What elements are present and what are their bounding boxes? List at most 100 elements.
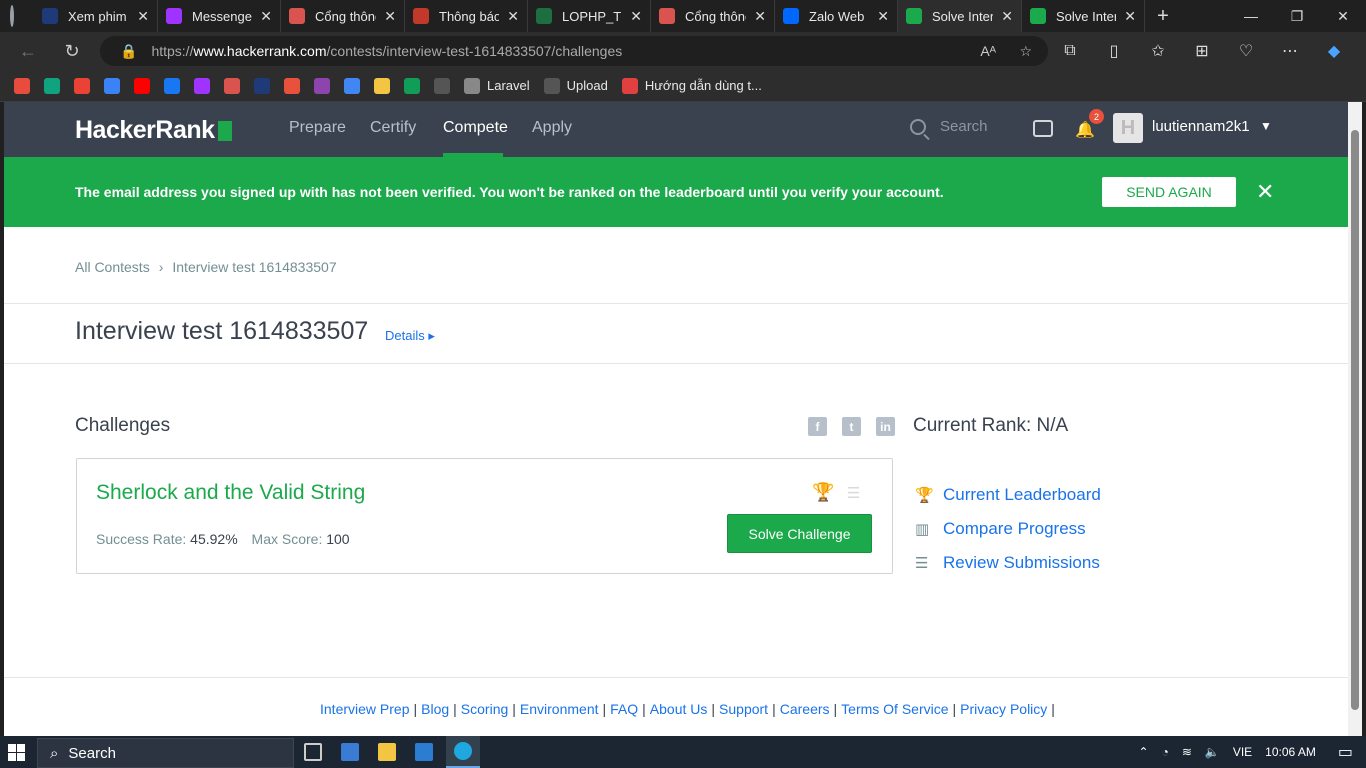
footer-link[interactable]: Privacy Policy (960, 701, 1047, 717)
windows-start-icon[interactable] (8, 744, 25, 761)
browser-tab[interactable]: Thông báo ✕ (405, 0, 528, 32)
footer-link[interactable]: Support (719, 701, 768, 717)
close-tab-icon[interactable]: ✕ (1001, 8, 1013, 25)
bookmark-item[interactable] (134, 77, 150, 94)
bookmark-item[interactable] (314, 77, 330, 94)
chevron-up-icon[interactable]: ⌃ (1139, 745, 1149, 759)
browser-tab[interactable]: Solve Inter ✕ (1022, 0, 1145, 32)
bookmark-item[interactable] (44, 77, 60, 94)
new-tab-button[interactable]: + (1145, 5, 1181, 28)
close-icon[interactable]: ✕ (1256, 179, 1274, 205)
clock[interactable]: 10:06 AM (1265, 745, 1316, 759)
close-tab-icon[interactable]: ✕ (1124, 8, 1136, 25)
browser-tab[interactable]: Cổng thông ✕ (651, 0, 775, 32)
scrollbar-thumb[interactable] (1351, 130, 1359, 710)
performance-icon[interactable]: ♡ (1224, 41, 1268, 61)
bookmark-item[interactable] (284, 77, 300, 94)
twitter-icon[interactable]: t (842, 417, 861, 436)
language-indicator[interactable]: VIE (1233, 745, 1252, 759)
bookmark-item[interactable] (14, 77, 30, 94)
nav-prepare[interactable]: Prepare (289, 119, 346, 137)
minimize-button[interactable]: — (1228, 0, 1274, 32)
bookmark-item[interactable] (224, 77, 240, 94)
browser-tab[interactable]: Cổng thông ✕ (281, 0, 405, 32)
more-menu-icon[interactable]: ⋯ (1268, 41, 1312, 61)
nav-compete[interactable]: Compete (443, 119, 508, 137)
footer-link[interactable]: About Us (650, 701, 708, 717)
breadcrumb-all-contests[interactable]: All Contests (75, 259, 150, 275)
close-tab-icon[interactable]: ✕ (507, 8, 519, 25)
profile-avatar[interactable] (0, 0, 14, 32)
scrollbar[interactable] (1348, 102, 1362, 736)
mail-icon[interactable] (415, 743, 433, 761)
close-tab-icon[interactable]: ✕ (260, 8, 272, 25)
close-tab-icon[interactable]: ✕ (137, 8, 149, 25)
footer-link[interactable]: Interview Prep (320, 701, 409, 717)
volume-icon[interactable]: 🔈 (1205, 745, 1220, 759)
bookmark-item[interactable] (104, 77, 120, 94)
refresh-button[interactable]: ↻ (54, 35, 90, 67)
nav-certify[interactable]: Certify (370, 119, 416, 137)
read-aloud-icon[interactable]: Aᴬ (980, 43, 996, 59)
username[interactable]: luutiennam2k1 (1152, 118, 1250, 135)
copilot-icon[interactable]: ◆ (1312, 41, 1356, 61)
hackerrank-logo[interactable]: HackerRank (75, 116, 232, 145)
bookmark-item[interactable] (74, 77, 90, 94)
back-button[interactable]: ← (10, 35, 46, 67)
extensions-icon[interactable]: ⧉ (1048, 42, 1092, 60)
network-icon[interactable]: ◔ (1162, 745, 1169, 759)
footer-link[interactable]: Terms Of Service (841, 701, 948, 717)
bookmark-item[interactable]: Hướng dẫn dùng t... (621, 77, 762, 94)
collections-icon[interactable]: ⊞ (1180, 41, 1224, 61)
footer-link[interactable]: Environment (520, 701, 599, 717)
notification-center-icon[interactable]: ▭ (1338, 742, 1353, 762)
favorites-icon[interactable]: ✩ (1136, 41, 1180, 61)
restore-button[interactable]: ❐ (1274, 0, 1320, 32)
close-tab-icon[interactable]: ✕ (754, 8, 766, 25)
url-field[interactable]: 🔒 https://www.hackerrank.com/contests/in… (100, 36, 1048, 66)
nav-apply[interactable]: Apply (532, 119, 572, 137)
bookmark-item[interactable] (374, 77, 390, 94)
taskbar-search[interactable]: ⌕ Search (37, 738, 294, 768)
solve-challenge-button[interactable]: Solve Challenge (727, 514, 872, 553)
compare-progress-link[interactable]: ▥ Compare Progress (915, 519, 1086, 539)
bookmark-item[interactable] (194, 77, 210, 94)
footer-link[interactable]: Careers (780, 701, 830, 717)
current-leaderboard-link[interactable]: 🏆 Current Leaderboard (915, 485, 1101, 505)
close-tab-icon[interactable]: ✕ (877, 8, 889, 25)
file-explorer-icon[interactable] (378, 743, 396, 761)
details-link[interactable]: Details ▸ (385, 328, 435, 344)
favorite-star-icon[interactable]: ☆ (1019, 43, 1032, 60)
task-view-icon[interactable] (304, 743, 322, 761)
search-box[interactable]: Search (910, 118, 988, 135)
store-icon[interactable] (341, 743, 359, 761)
footer-link[interactable]: Scoring (461, 701, 508, 717)
bookmark-item[interactable]: Upload (543, 77, 608, 94)
bookmark-item[interactable] (344, 77, 360, 94)
linkedin-icon[interactable]: in (876, 417, 895, 436)
close-tab-icon[interactable]: ✕ (630, 8, 642, 25)
bookmark-item[interactable] (254, 77, 270, 94)
close-window-button[interactable]: ✕ (1320, 0, 1366, 32)
chat-icon[interactable] (1033, 120, 1053, 137)
browser-tab[interactable]: LOPHP_TKI ✕ (528, 0, 651, 32)
bookmark-item[interactable] (404, 77, 420, 94)
close-tab-icon[interactable]: ✕ (384, 8, 396, 25)
footer-link[interactable]: Blog (421, 701, 449, 717)
review-submissions-link[interactable]: ☰ Review Submissions (915, 553, 1100, 573)
edge-taskbar-icon[interactable] (446, 736, 480, 768)
chevron-down-icon[interactable]: ▼ (1260, 119, 1272, 133)
avatar[interactable]: H (1113, 113, 1143, 143)
bookmark-item[interactable] (434, 77, 450, 94)
bell-icon[interactable]: 🔔 2 (1075, 109, 1104, 140)
browser-tab[interactable]: Zalo Web ✕ (775, 0, 898, 32)
send-again-button[interactable]: SEND AGAIN (1102, 177, 1236, 207)
facebook-icon[interactable]: f (808, 417, 827, 436)
bookmark-item[interactable] (164, 77, 180, 94)
wifi-icon[interactable]: ≋ (1182, 745, 1192, 759)
bookmark-item[interactable]: Laravel (464, 77, 530, 94)
split-screen-icon[interactable]: ▯ (1092, 41, 1136, 61)
browser-tab[interactable]: Messenger ✕ (158, 0, 281, 32)
browser-tab[interactable]: Xem phim ✕ (34, 0, 158, 32)
challenge-name[interactable]: Sherlock and the Valid String (96, 481, 365, 505)
